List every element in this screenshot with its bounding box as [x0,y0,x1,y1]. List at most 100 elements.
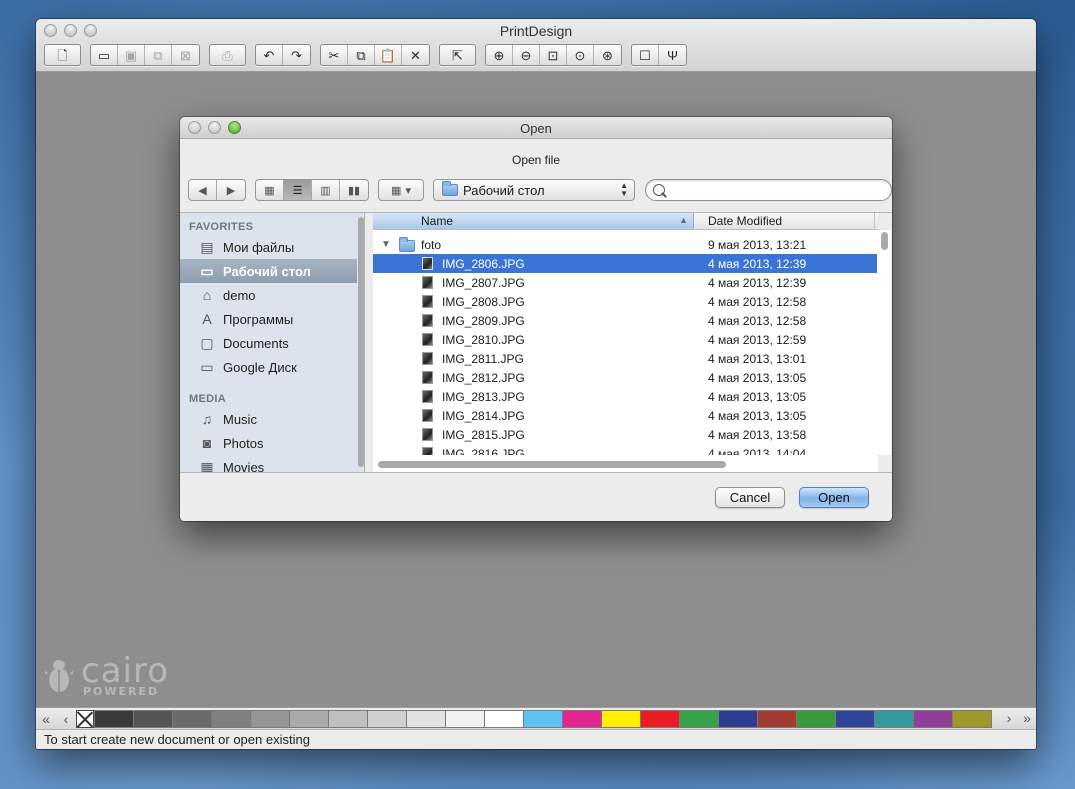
icon-view-button[interactable]: ▦ [256,180,284,200]
file-row[interactable]: IMG_2815.JPG 4 мая 2013, 13:58 [373,425,878,444]
zoom-out-button[interactable]: ⊖ [513,45,540,65]
no-color-swatch[interactable] [76,709,94,728]
coverflow-view-button[interactable]: ▮▮ [340,180,368,200]
name-column-header[interactable]: Name ▲ [373,213,694,229]
preferences-button[interactable]: Ψ [659,45,686,65]
palette-scroll-end-button[interactable]: » [1018,708,1036,728]
column-view-button[interactable]: ▥ [312,180,340,200]
folder-icon [399,237,415,252]
open-button[interactable]: ▭ [91,45,118,65]
color-swatch[interactable] [640,709,680,728]
delete-button[interactable]: ✕ [402,45,429,65]
color-swatch[interactable] [94,709,134,728]
sidebar-item[interactable]: ♫ Music [180,407,364,431]
sidebar-scrollbar[interactable] [357,213,364,472]
file-row[interactable]: IMG_2810.JPG 4 мая 2013, 12:59 [373,330,878,349]
file-row[interactable]: IMG_2807.JPG 4 мая 2013, 12:39 [373,273,878,292]
media-list: ♫ Music ◙ Photos ▦ Movies [180,407,364,472]
folder-row-foto[interactable]: ▼ foto 9 мая 2013, 13:21 [373,235,878,254]
sidebar-item[interactable]: ⌂ demo [180,283,364,307]
color-swatch[interactable] [523,709,563,728]
color-swatch[interactable] [484,709,524,728]
color-swatch[interactable] [952,709,992,728]
sidebar-scroll-thumb[interactable] [358,217,364,467]
color-swatch[interactable] [445,709,485,728]
image-file-icon [422,371,433,384]
media-header: MEDIA [189,393,226,405]
back-button[interactable]: ◀ [189,180,217,200]
file-list-horizontal-scrollbar[interactable] [373,455,878,471]
zoom-in-icon: ⊕ [493,47,505,63]
cut-button[interactable]: ✂ [321,45,348,65]
palette-scroll-left-button[interactable]: ‹ [56,709,76,729]
sidebar-item[interactable]: ▦ Movies [180,455,364,473]
sidebar-item[interactable]: ◙ Photos [180,431,364,455]
file-row[interactable]: IMG_2811.JPG 4 мая 2013, 13:01 [373,349,878,368]
color-swatch[interactable] [835,709,875,728]
sidebar-item[interactable]: ▤ Мои файлы [180,235,364,259]
color-swatch[interactable] [601,709,641,728]
redo-button[interactable]: ↷ [283,45,310,65]
import-button[interactable]: ⇱ [440,45,475,65]
list-view-button[interactable]: ☰ [284,180,312,200]
file-row[interactable]: IMG_2806.JPG 4 мая 2013, 12:39 [373,254,878,273]
color-swatch[interactable] [289,709,329,728]
new-document-button[interactable]: 🗋 [45,45,80,65]
arrange-button[interactable]: ▦ ▾ [379,180,423,200]
paste-button[interactable]: 📋 [375,45,402,65]
print-button[interactable]: ⎙ [210,45,245,65]
color-swatch[interactable] [367,709,407,728]
new-icon: 🗋 [57,47,68,63]
horizontal-scroll-thumb[interactable] [378,461,726,468]
file-row[interactable]: IMG_2814.JPG 4 мая 2013, 13:05 [373,406,878,425]
color-swatch[interactable] [211,709,251,728]
forward-button[interactable]: ▶ [217,180,245,200]
file-date: 4 мая 2013, 13:05 [708,390,807,404]
palette-scroll-right-button[interactable]: › [1000,708,1018,728]
color-swatch[interactable] [796,709,836,728]
file-row[interactable]: IMG_2813.JPG 4 мая 2013, 13:05 [373,387,878,406]
file-row[interactable]: IMG_2808.JPG 4 мая 2013, 12:58 [373,292,878,311]
file-date: 4 мая 2013, 13:05 [708,409,807,423]
file-row[interactable]: IMG_2809.JPG 4 мая 2013, 12:58 [373,311,878,330]
color-swatch[interactable] [913,709,953,728]
color-swatch[interactable] [757,709,797,728]
sidebar-item[interactable]: ▭ Google Диск [180,355,364,379]
sidebar-item-label: Рабочий стол [223,263,311,279]
palette-scroll-start-button[interactable]: « [36,709,56,729]
properties-button[interactable]: ☐ [632,45,659,65]
redo-icon: ↷ [291,47,302,63]
color-swatch[interactable] [718,709,758,728]
undo-button[interactable]: ↶ [256,45,283,65]
color-swatch[interactable] [406,709,446,728]
disclosure-triangle-icon[interactable]: ▼ [381,239,391,250]
date-column-header[interactable]: Date Modified [708,214,782,228]
zoom-fit-button[interactable]: ⊡ [540,45,567,65]
view-mode-control: ▦ ☰ ▥ ▮▮ [255,179,369,201]
color-swatch[interactable] [679,709,719,728]
zoom-selected-button[interactable]: ⊛ [594,45,621,65]
sidebar-item[interactable]: A Программы [180,307,364,331]
color-swatch[interactable] [328,709,368,728]
search-input[interactable] [670,182,891,198]
sidebar-item[interactable]: ▢ Documents [180,331,364,355]
color-swatch[interactable] [133,709,173,728]
file-row[interactable]: IMG_2812.JPG 4 мая 2013, 13:05 [373,368,878,387]
copy-button[interactable]: ⧉ [348,45,375,65]
color-swatch[interactable] [874,709,914,728]
file-name: IMG_2806.JPG [442,257,525,271]
cancel-button[interactable]: Cancel [715,487,785,508]
color-swatch[interactable] [172,709,212,728]
color-swatch[interactable] [250,709,290,728]
zoom-in-button[interactable]: ⊕ [486,45,513,65]
location-popup[interactable]: Рабочий стол ▲ ▼ [433,179,635,201]
sidebar-item[interactable]: ▭ Рабочий стол [180,259,357,283]
save-as-button[interactable]: ⧉ [145,45,172,65]
open-button[interactable]: Open [799,487,869,508]
close-document-button[interactable]: ⊠ [172,45,199,65]
file-list-vertical-scrollbar[interactable] [877,230,891,455]
save-button[interactable]: ▣ [118,45,145,65]
color-swatch[interactable] [562,709,602,728]
vertical-scroll-thumb[interactable] [881,232,888,250]
zoom-100-button[interactable]: ⊙ [567,45,594,65]
